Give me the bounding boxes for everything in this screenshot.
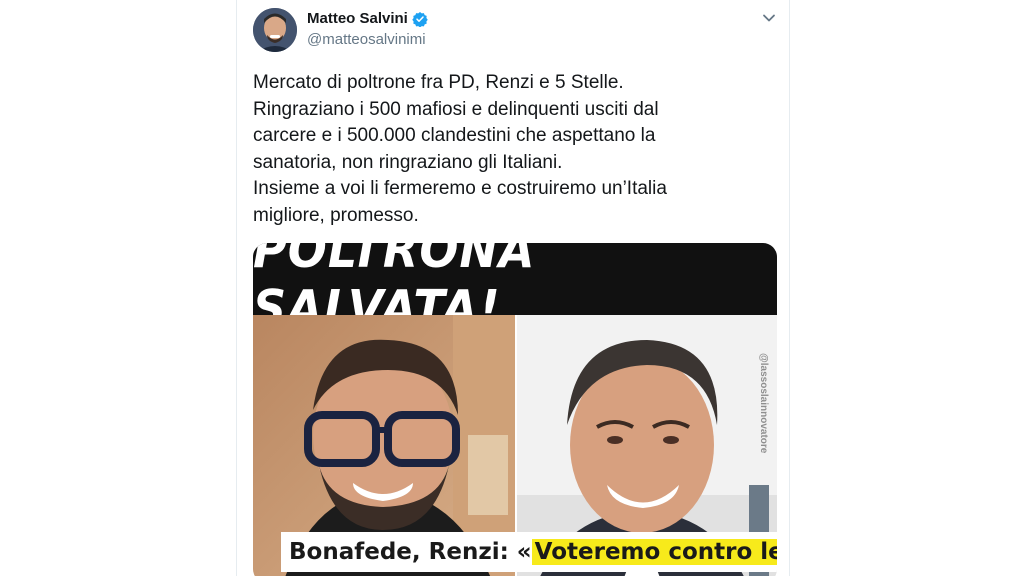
tweet-card[interactable]: Matteo Salvini @matteosalvinimi Mercato … [236, 0, 790, 576]
author-name-text[interactable]: Matteo Salvini [307, 10, 408, 27]
tweet-text-line: sanatoria, non ringraziano gli Italiani. [253, 151, 563, 173]
avatar[interactable] [253, 8, 297, 52]
verified-badge-icon [412, 11, 428, 27]
chevron-down-icon[interactable] [761, 10, 777, 26]
tweet-text-line: Mercato di poltrone fra PD, Renzi e 5 St… [253, 72, 624, 93]
author-handle[interactable]: @matteosalvinimi [307, 31, 426, 48]
tweet-text-line: migliore, promesso. [253, 204, 419, 226]
tweet-text-line: Ringraziano i 500 mafiosi e delinquenti … [253, 98, 659, 120]
author-name[interactable]: Matteo Salvini [307, 10, 428, 27]
tweet-text-line: Insieme a voi li fermeremo e costruiremo… [253, 178, 667, 199]
media-caption-highlight: Voteremo contro le [531, 539, 777, 565]
media-watermark: @lassoslainnovatore [758, 353, 769, 454]
tweet-text-line: carcere e i 500.000 clandestini che aspe… [253, 125, 656, 146]
media-caption: Bonafede, Renzi: «Voteremo contro le [281, 532, 777, 572]
media-caption-prefix: Bonafede, Renzi: « [289, 539, 532, 565]
tweet-text: Mercato di poltrone fra PD, Renzi e 5 St… [253, 70, 773, 229]
media-headline-bar: POLTRONA SALVATA! [253, 243, 777, 337]
tweet-media-image[interactable]: POLTRONA SALVATA! @lassoslainnovatore Bo… [253, 243, 777, 576]
